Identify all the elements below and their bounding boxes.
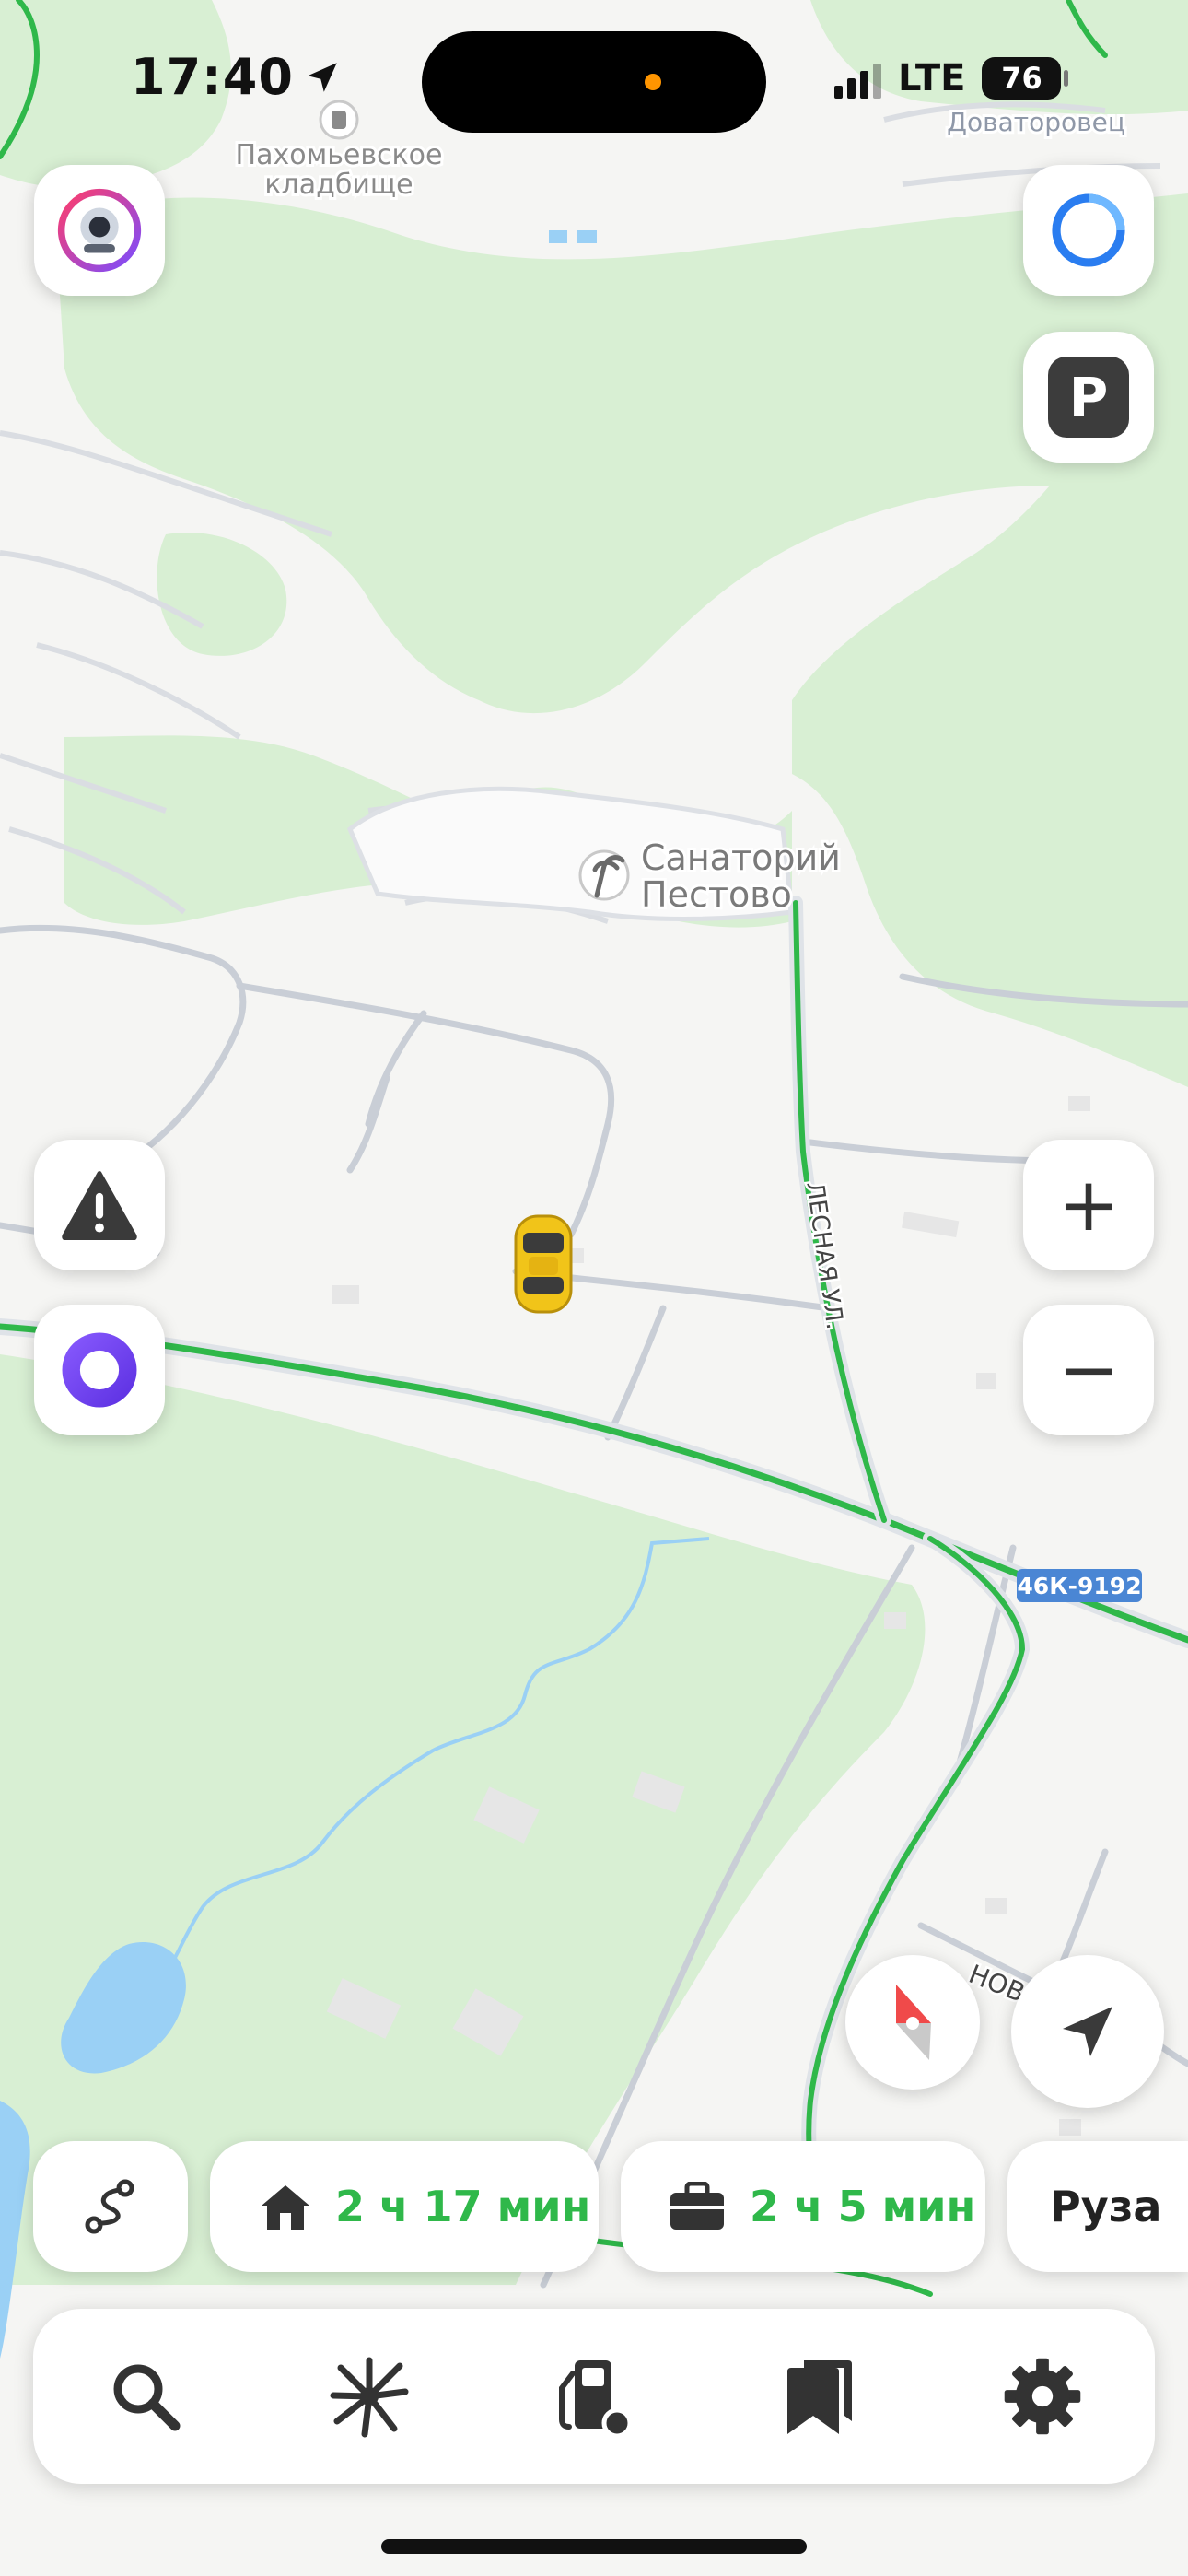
status-right: LTE 76 bbox=[834, 57, 1069, 100]
route-ruza-destination: Руза bbox=[1050, 2182, 1162, 2231]
tab-discovery[interactable] bbox=[305, 2332, 434, 2461]
road-number-label: 46К-9192 bbox=[1017, 1573, 1141, 1599]
status-time: 17:40 bbox=[131, 48, 342, 106]
locate-button[interactable] bbox=[1011, 1955, 1164, 2108]
route-ruza-button[interactable]: Руза 1 bbox=[1007, 2141, 1188, 2272]
navigation-arrow-icon bbox=[1063, 2007, 1112, 2056]
cemetery-poi-icon bbox=[319, 100, 359, 140]
home-icon bbox=[262, 2185, 309, 2230]
parking-button[interactable]: P bbox=[1023, 332, 1154, 463]
tab-fuel[interactable] bbox=[530, 2332, 658, 2461]
network-type: LTE bbox=[898, 57, 966, 100]
compass-button[interactable] bbox=[845, 1955, 980, 2090]
sanatorium-label-line1: Санаторий bbox=[641, 837, 841, 878]
status-time-text: 17:40 bbox=[131, 48, 294, 106]
dynamic-island bbox=[422, 31, 766, 133]
camera-avatar-icon bbox=[57, 188, 142, 273]
alice-button[interactable] bbox=[1023, 165, 1154, 296]
cemetery-label-line1: Пахомьевское bbox=[236, 139, 443, 171]
warning-icon bbox=[62, 1171, 137, 1240]
tab-search[interactable] bbox=[81, 2332, 210, 2461]
route-home-time: 2 ч 17 мин bbox=[335, 2182, 591, 2231]
village-label: Доваторовец bbox=[947, 107, 1125, 137]
search-icon bbox=[113, 2364, 181, 2431]
compass-icon bbox=[896, 1985, 931, 2060]
zoom-out-label: − bbox=[1057, 1327, 1120, 1412]
cemetery-label-line2: кладбище bbox=[264, 169, 413, 201]
bookmarks-icon bbox=[786, 2360, 852, 2434]
route-home-button[interactable]: 2 ч 17 мин bbox=[210, 2141, 599, 2272]
route-planner-button[interactable] bbox=[33, 2141, 188, 2272]
sanatorium-label-line2: Пестово bbox=[641, 874, 792, 915]
car-position-icon bbox=[514, 1214, 573, 1314]
settings-icon bbox=[1004, 2358, 1081, 2435]
profile-button[interactable] bbox=[34, 165, 165, 296]
road-number-badge: 46К-9192 bbox=[1017, 1569, 1142, 1602]
route-work-button[interactable]: 2 ч 5 мин bbox=[621, 2141, 985, 2272]
signal-icon bbox=[834, 58, 881, 99]
parking-icon: P bbox=[1048, 357, 1129, 438]
alice-ring-icon bbox=[1052, 193, 1125, 267]
route-icon bbox=[85, 2179, 134, 2234]
briefcase-icon bbox=[670, 2182, 724, 2230]
battery-icon: 76 bbox=[982, 57, 1069, 100]
report-button[interactable] bbox=[34, 1140, 165, 1270]
route-work-time: 2 ч 5 мин bbox=[750, 2182, 976, 2231]
zoom-out-button[interactable]: − bbox=[1023, 1305, 1154, 1435]
bottom-tab-bar bbox=[33, 2309, 1155, 2484]
location-arrow-icon bbox=[308, 62, 337, 92]
home-indicator bbox=[381, 2539, 807, 2554]
alice-voice-icon bbox=[62, 1332, 137, 1408]
tab-settings[interactable] bbox=[978, 2332, 1107, 2461]
sanatorium-poi-icon bbox=[578, 849, 630, 901]
tab-bookmarks[interactable] bbox=[754, 2332, 883, 2461]
alice-voice-button[interactable] bbox=[34, 1305, 165, 1435]
zoom-in-button[interactable]: + bbox=[1023, 1140, 1154, 1270]
zoom-in-label: + bbox=[1057, 1162, 1120, 1247]
fuel-icon bbox=[558, 2360, 633, 2438]
privacy-indicator bbox=[645, 74, 661, 90]
parking-label: P bbox=[1068, 366, 1109, 428]
discovery-icon bbox=[330, 2357, 409, 2438]
battery-level: 76 bbox=[1001, 61, 1042, 96]
